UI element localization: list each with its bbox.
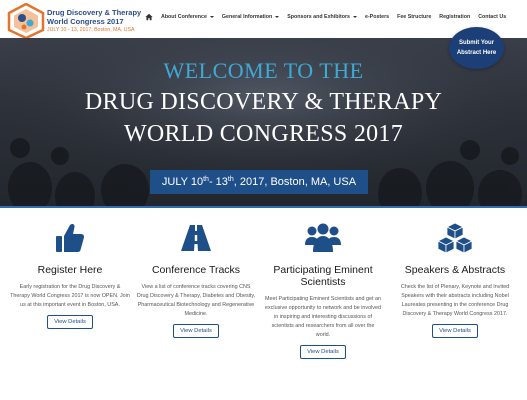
nav-label: General Information (221, 14, 273, 20)
logo-subtitle: JULY 10 - 13, 2017, Boston, MA, USA (47, 27, 135, 33)
view-details-button[interactable]: View Details (432, 324, 478, 338)
nav-label: Registration (439, 14, 471, 20)
hero-title-line2: WORLD CONGRESS 2017 (123, 121, 404, 147)
nav-e-posters[interactable]: e-Posters (365, 14, 389, 20)
main-nav: About Conference General Information Spo… (145, 13, 506, 21)
nav-label: About Conference (161, 14, 207, 20)
view-details-button[interactable]: View Details (173, 324, 219, 338)
view-details-button[interactable]: View Details (300, 345, 346, 359)
submit-abstract-button[interactable]: Submit Your Abstract Here (449, 27, 504, 69)
hero-divider (0, 206, 527, 208)
nav-contact-us[interactable]: Contact Us (478, 14, 506, 20)
feature-description: Check the list of Plenary, Keynote and I… (400, 284, 510, 317)
nav-registration[interactable]: Registration (439, 14, 470, 20)
nav-about-conference[interactable]: About Conference (161, 14, 214, 20)
nav-label: Sponsors and Exhibitors (287, 14, 350, 20)
nav-label: e-Posters (364, 14, 390, 20)
logo-title-line2: World Congress 2017 (47, 17, 124, 26)
date-text-part1: JULY 10 (161, 176, 204, 188)
nav-fee-structure[interactable]: Fee Structure (397, 14, 431, 20)
cubes-icon (437, 222, 473, 254)
nav-label: Fee Structure (397, 14, 432, 20)
feature-eminent-scientists: Participating Eminent Scientists Meet Pa… (264, 222, 382, 359)
users-icon (305, 223, 341, 252)
nav-label: Contact Us (478, 14, 507, 20)
logo-title-line1: Drug Discovery & Therapy (47, 8, 142, 17)
date-sup2: th (227, 175, 234, 183)
chevron-down-icon (352, 16, 357, 18)
event-date-banner: JULY 10th - 13th, 2017, Boston, MA, USA (150, 170, 368, 194)
feature-speakers-abstracts: Speakers & Abstracts Check the list of P… (390, 222, 520, 338)
hero-title-line1: DRUG DISCOVERY & THERAPY (84, 89, 443, 115)
feature-conference-tracks: Conference Tracks View a list of confere… (136, 222, 256, 338)
feature-description: View a list of conference tracks coverin… (136, 284, 256, 317)
feature-title: Speakers & Abstracts (404, 264, 506, 276)
feature-title: Conference Tracks (151, 264, 241, 276)
date-text-part3: , 2017, Boston, MA, USA (233, 176, 357, 188)
feature-register: Register Here Early registration for the… (10, 222, 130, 329)
feature-title: Register Here (37, 264, 103, 276)
chevron-down-icon (275, 16, 280, 18)
feature-description: Meet Participating Eminent Scientists an… (265, 296, 381, 338)
logo-text[interactable]: Drug Discovery & Therapy World Congress … (47, 8, 141, 34)
congress-logo[interactable] (6, 3, 46, 39)
site-header: Drug Discovery & Therapy World Congress … (0, 0, 527, 39)
view-details-button[interactable]: View Details (47, 315, 93, 329)
thumbs-up-icon (56, 223, 85, 252)
chevron-down-icon (209, 16, 214, 18)
nav-general-information[interactable]: General Information (221, 14, 280, 20)
date-sup1: th (203, 175, 209, 183)
feature-description: Early registration for the Drug Discover… (10, 284, 130, 308)
home-icon[interactable] (145, 13, 153, 21)
hero-banner: WELCOME TO THE DRUG DISCOVERY & THERAPY … (0, 38, 527, 208)
nav-sponsors-exhibitors[interactable]: Sponsors and Exhibitors (287, 14, 357, 20)
feature-title: Participating Eminent Scientists (273, 264, 373, 288)
date-text-part2: - 13 (208, 176, 228, 188)
hero-welcome-text: WELCOME TO THE (163, 58, 364, 83)
road-icon (181, 225, 211, 251)
